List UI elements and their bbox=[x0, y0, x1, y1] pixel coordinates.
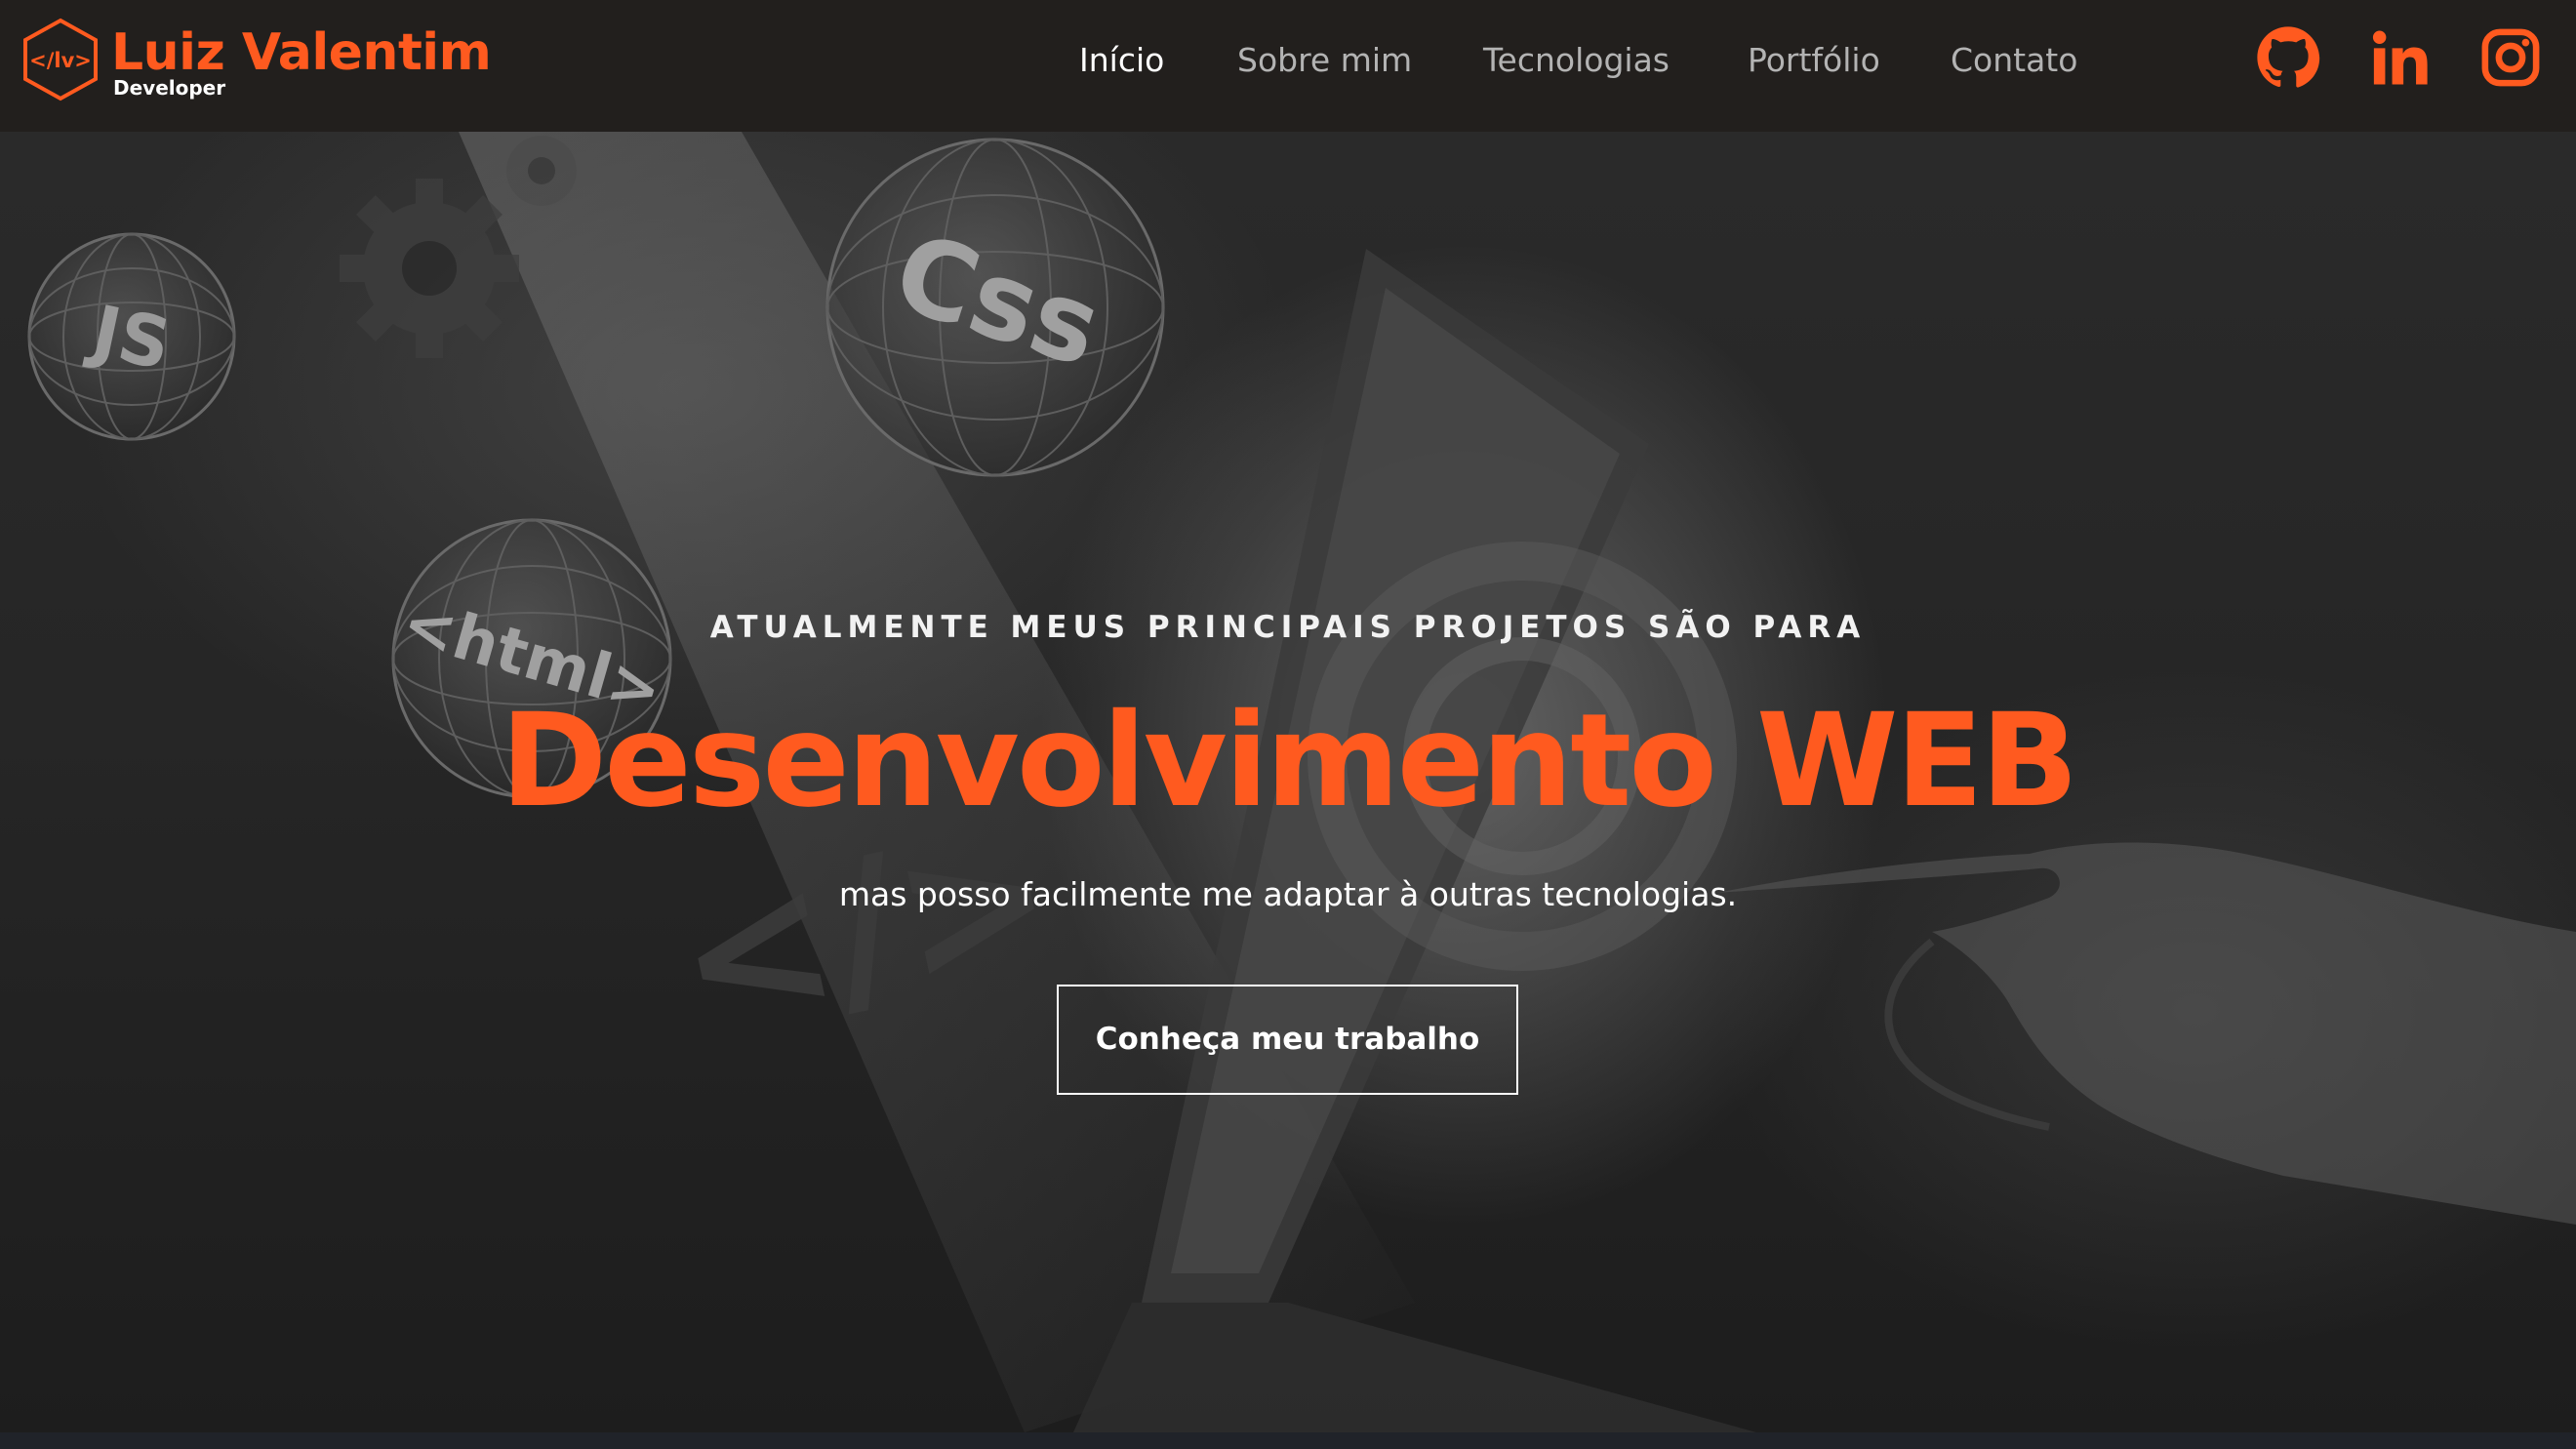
js-sphere-label: JS bbox=[81, 289, 178, 386]
cta-button[interactable]: Conheça meu trabalho bbox=[1057, 985, 1518, 1095]
linkedin-icon[interactable] bbox=[2367, 25, 2432, 90]
nav-item-sobre-mim[interactable]: Sobre mim bbox=[1237, 29, 1412, 92]
page-bottom-strip bbox=[0, 1432, 2576, 1449]
gear-icon bbox=[340, 179, 519, 358]
hero-subtitle: mas posso facilmente me adaptar à outras… bbox=[838, 875, 1738, 913]
logo-mark: </lv> bbox=[29, 49, 92, 72]
css-sphere-label: Css bbox=[880, 209, 1115, 391]
instagram-icon[interactable] bbox=[2478, 25, 2543, 90]
social-links bbox=[2254, 25, 2547, 94]
logo[interactable]: </lv> Luiz Valentim Developer bbox=[21, 16, 492, 103]
nav-item-tecnologias[interactable]: Tecnologias bbox=[1483, 29, 1670, 92]
logo-name: Luiz Valentim bbox=[111, 23, 492, 82]
css-sphere: Css bbox=[825, 138, 1165, 477]
hero-kicker: ATUALMENTE MEUS PRINCIPAIS PROJETOS SÃO … bbox=[709, 610, 1867, 645]
nav-item-inicio[interactable]: Início bbox=[1079, 29, 1164, 92]
github-icon[interactable] bbox=[2256, 25, 2320, 90]
code-hexagon-icon: </lv> bbox=[21, 18, 100, 101]
nav-item-portfolio[interactable]: Portfólio bbox=[1748, 29, 1880, 92]
hero-title: Desenvolvimento WEB bbox=[500, 686, 2079, 836]
hero-section: JS Css <html> </> ATUALMENTE MEUS PRINCI… bbox=[0, 132, 2576, 1432]
js-sphere: JS bbox=[27, 232, 236, 441]
logo-subtitle: Developer bbox=[113, 76, 226, 100]
site-header: </lv> Luiz Valentim Developer Início Sob… bbox=[0, 0, 2576, 132]
nav-item-contato[interactable]: Contato bbox=[1951, 29, 2077, 92]
laptop-illustration bbox=[1073, 249, 1756, 1432]
